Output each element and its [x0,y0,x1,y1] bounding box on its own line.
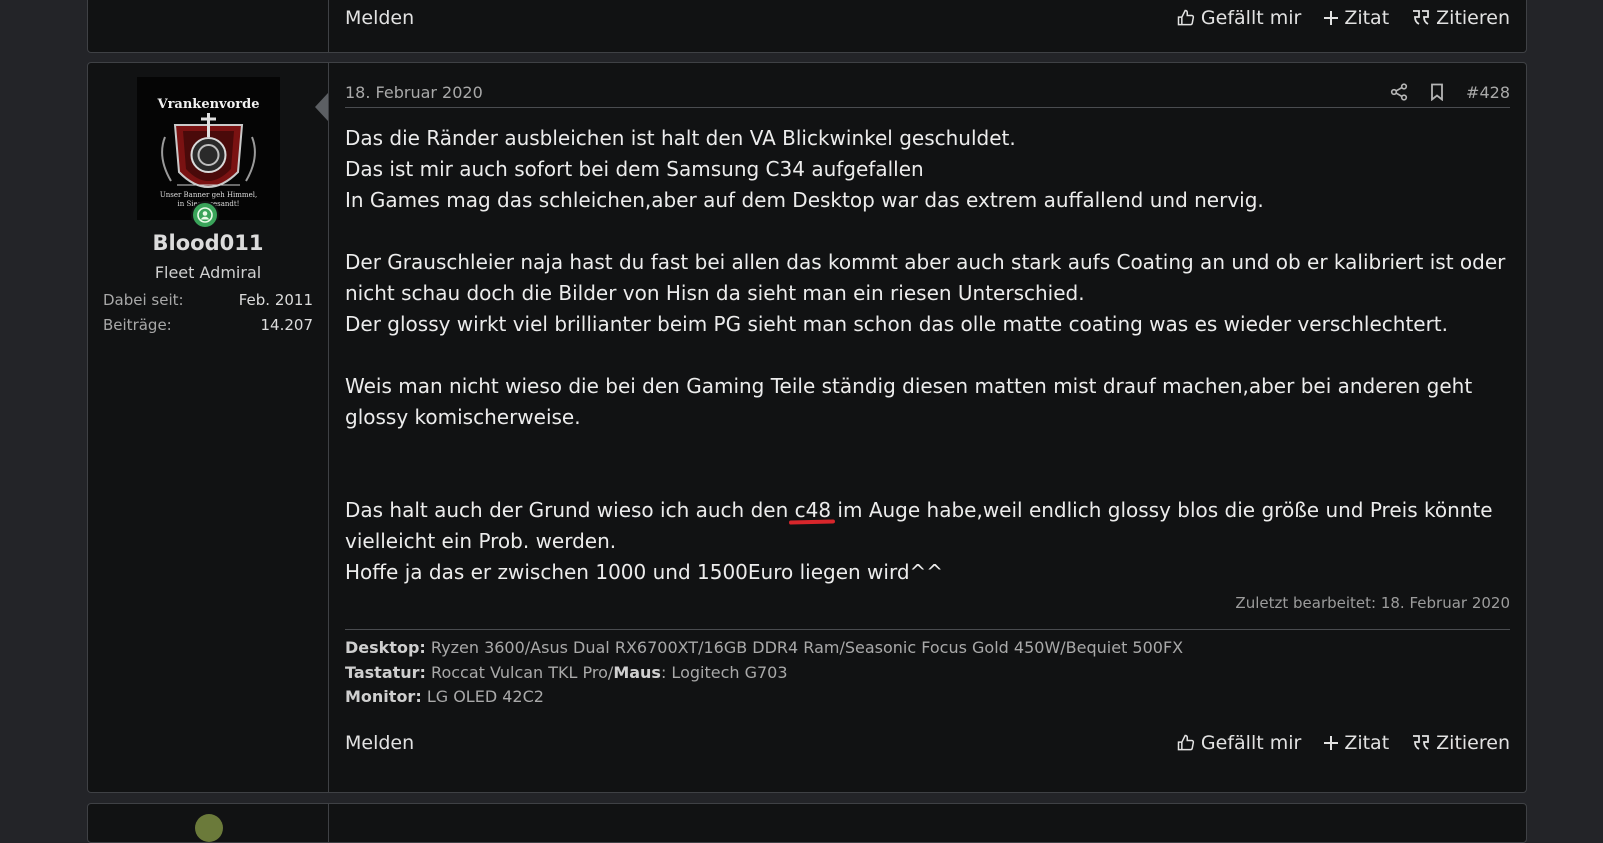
next-post-avatar[interactable] [195,814,223,842]
text-line: In Games mag das schleichen,aber auf dem… [345,188,1264,212]
joined-value: Feb. 2011 [238,291,313,309]
avatar[interactable]: Vrankenvorde Unser Banner geh Himmel, in… [137,77,280,220]
post-actions: Melden Gefällt mir Zitat Zitieren [345,728,1510,758]
avatar-title-text: Vrankenvorde [157,97,260,112]
sig-desktop: Desktop: Ryzen 3600/Asus Dual RX6700XT/1… [345,636,1510,661]
report-link[interactable]: Melden [345,7,1154,29]
quote-button[interactable]: Zitieren [1411,732,1510,754]
text-segment: Das halt auch der Grund wieso ich auch d… [345,498,795,522]
report-link[interactable]: Melden [345,732,1154,754]
plus-icon [1324,736,1339,750]
previous-post-actions: Melden Gefällt mir Zitat Zitieren [345,3,1510,33]
sig-desktop-label: Desktop: [345,638,426,657]
sig-keyboard: Tastatur: Roccat Vulcan TKL Pro/Maus: Lo… [345,661,1510,686]
post-date[interactable]: 18. Februar 2020 [345,83,1368,102]
sig-keyboard-value: Roccat Vulcan TKL Pro/ [431,662,614,682]
annotated-word: c48 [794,498,832,522]
bookmark-button[interactable] [1430,83,1444,101]
sig-desktop-value: Ryzen 3600/Asus Dual RX6700XT/16GB DDR4 … [430,638,1184,657]
plus-icon [1324,11,1339,25]
username[interactable]: Blood011 [88,231,328,255]
next-post-user-column [88,804,329,842]
quote-icon [1413,735,1430,750]
text-line: Weis man nicht wieso die bei den Gaming … [345,374,1473,429]
text-line: Der Grauschleier naja hast du fast bei a… [345,250,1506,305]
sig-monitor-label: Monitor: [345,687,422,706]
post-arrow [315,93,328,121]
quote-add-label: Zitat [1344,7,1390,29]
user-title: Fleet Admiral [154,263,262,282]
sig-mouse-label: Maus [613,662,661,682]
quote-icon [1413,10,1430,25]
sig-keyboard-label: Tastatur: [345,662,426,682]
avatar-image: Vrankenvorde Unser Banner geh Himmel, in… [137,77,280,220]
post-body: Das die Ränder ausbleichen ist halt den … [345,123,1510,588]
svg-text:Unser Banner geh Himmel,: Unser Banner geh Himmel, [160,191,257,199]
online-status-badge [191,201,219,229]
thumbs-up-icon [1177,9,1195,26]
joined-label: Dabei seit: [103,291,184,309]
text-line: Der glossy wirkt viel brillianter beim P… [345,312,1449,336]
paragraph-4: Das halt auch der Grund wieso ich auch d… [345,495,1510,588]
forum-post: Vrankenvorde Unser Banner geh Himmel, in… [87,62,1527,793]
quote-button[interactable]: Zitieren [1411,7,1510,29]
quote-add-button[interactable]: Zitat [1323,732,1389,754]
previous-post-user-column [88,0,329,52]
share-icon [1390,83,1408,101]
text-line: Das ist mir auch sofort bei dem Samsung … [345,157,924,181]
quote-add-label: Zitat [1344,732,1390,754]
sig-monitor-value: LG OLED 42C2 [426,687,544,706]
sig-monitor: Monitor: LG OLED 42C2 [345,685,1510,710]
next-post [87,803,1527,843]
paragraph-1: Das die Ränder ausbleichen ist halt den … [345,123,1510,216]
bookmark-icon [1431,83,1443,101]
last-edited-note: Zuletzt bearbeitet: 18. Februar 2020 [1235,594,1510,612]
like-label: Gefällt mir [1200,732,1302,754]
quote-label: Zitieren [1436,7,1510,29]
post-header: 18. Februar 2020 #428 [345,77,1510,108]
quote-add-button[interactable]: Zitat [1323,7,1389,29]
user-column: Vrankenvorde Unser Banner geh Himmel, in… [88,63,329,792]
posts-value[interactable]: 14.207 [261,316,314,334]
post-number-link[interactable]: #428 [1466,83,1510,102]
text-line: Das die Ränder ausbleichen ist halt den … [345,126,1016,150]
paragraph-3: Weis man nicht wieso die bei den Gaming … [345,371,1510,433]
share-button[interactable] [1390,83,1408,101]
thumbs-up-icon [1177,734,1195,751]
quote-label: Zitieren [1436,732,1510,754]
sig-mouse-value: : Logitech G703 [660,662,788,682]
joined-stat: Dabei seit: Feb. 2011 [103,291,313,309]
posts-label: Beiträge: [103,316,172,334]
posts-stat: Beiträge: 14.207 [103,316,313,334]
like-button[interactable]: Gefällt mir [1176,7,1301,29]
user-icon [197,207,213,223]
signature: Desktop: Ryzen 3600/Asus Dual RX6700XT/1… [345,629,1510,710]
paragraph-2: Der Grauschleier naja hast du fast bei a… [345,247,1510,340]
like-label: Gefällt mir [1200,7,1302,29]
like-button[interactable]: Gefällt mir [1176,732,1301,754]
previous-post: Melden Gefällt mir Zitat Zitieren [87,0,1527,53]
text-line: Hoffe ja das er zwischen 1000 und 1500Eu… [345,560,944,584]
